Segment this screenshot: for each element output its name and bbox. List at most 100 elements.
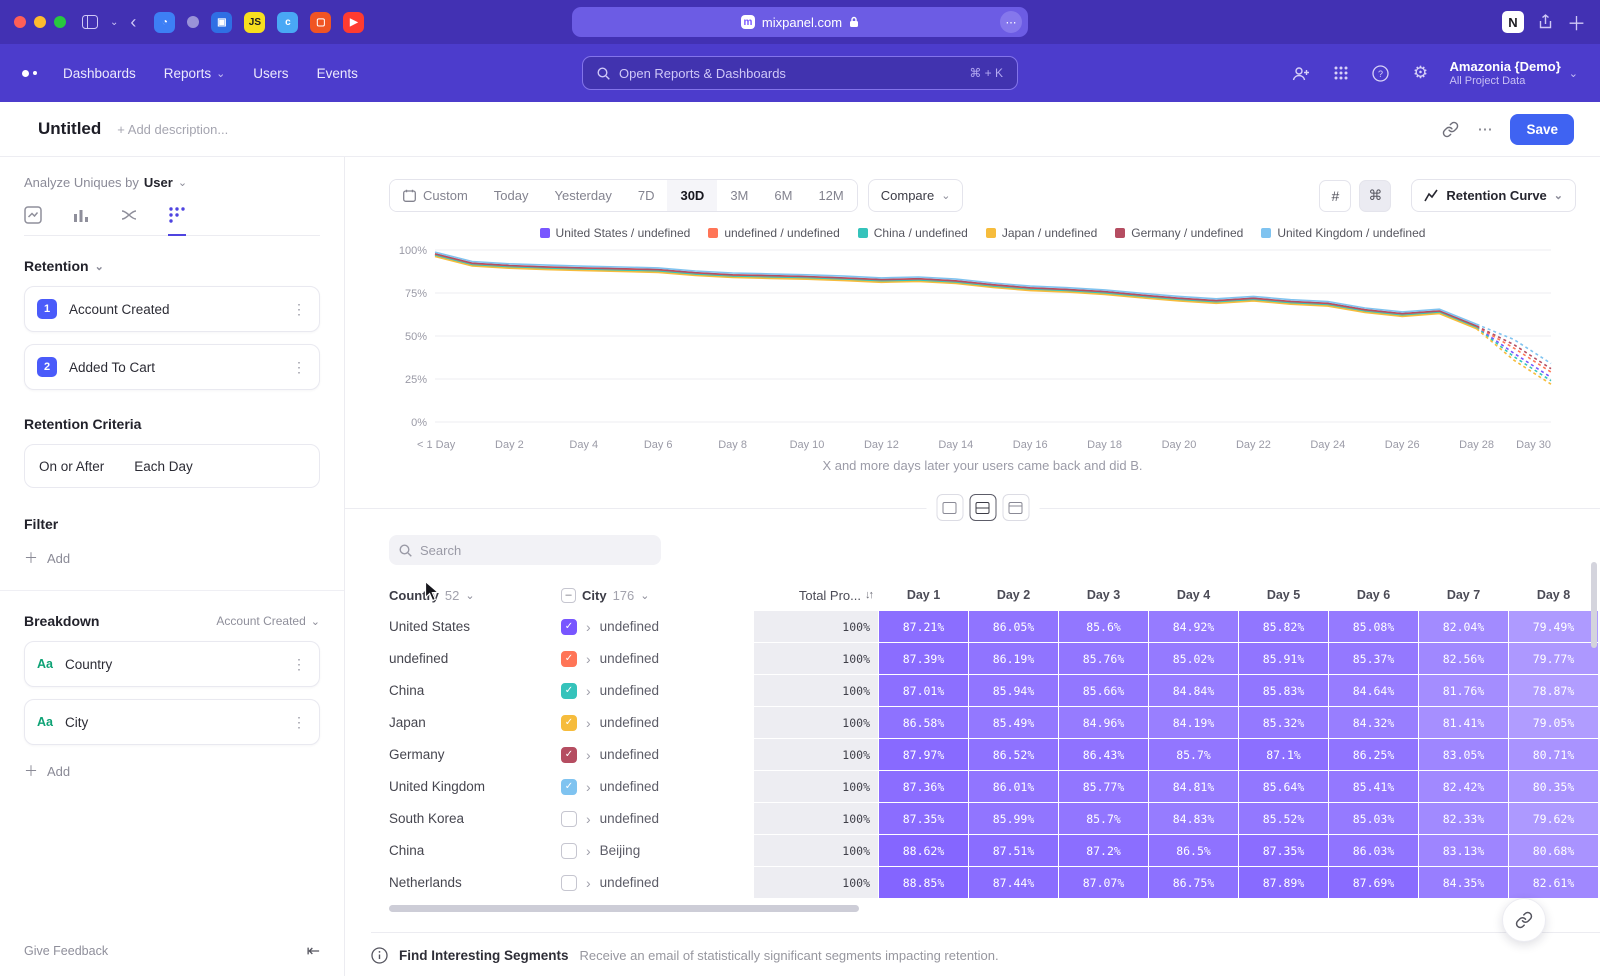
range-7d-button[interactable]: 7D xyxy=(625,180,668,211)
density-compact-button[interactable] xyxy=(936,494,963,521)
country-cell[interactable]: Netherlands xyxy=(389,867,560,898)
retention-value-cell[interactable]: 86.75% xyxy=(1149,867,1238,898)
retention-value-cell[interactable]: 85.02% xyxy=(1149,643,1238,674)
horizontal-scrollbar[interactable] xyxy=(389,905,859,912)
country-cell[interactable]: China xyxy=(389,835,560,866)
retention-value-cell[interactable]: 86.52% xyxy=(969,739,1058,770)
expand-chevron-icon[interactable]: › xyxy=(586,683,591,699)
retention-value-cell[interactable]: 78.87% xyxy=(1509,675,1598,706)
retention-value-cell[interactable]: 82.33% xyxy=(1419,803,1508,834)
total-column-header[interactable]: Total Pro... ↓↑ xyxy=(754,588,878,603)
row-checkbox[interactable]: ✓ xyxy=(561,651,577,667)
retention-value-cell[interactable]: 85.49% xyxy=(969,707,1058,738)
criteria-mode[interactable]: On or After xyxy=(39,459,104,474)
back-icon[interactable]: ‹ xyxy=(130,12,136,33)
breakdown-property-label[interactable]: City xyxy=(65,715,88,730)
retention-value-cell[interactable]: 87.39% xyxy=(879,643,968,674)
retention-criteria-selector[interactable]: On or After Each Day xyxy=(24,444,320,488)
tab-flows[interactable] xyxy=(120,206,138,235)
settings-gear-icon[interactable]: ⚙ xyxy=(1410,62,1432,84)
retention-value-cell[interactable]: 80.71% xyxy=(1509,739,1598,770)
city-cell[interactable]: ✓›undefined xyxy=(561,643,753,674)
retention-value-cell[interactable]: 84.92% xyxy=(1149,611,1238,642)
country-cell[interactable]: South Korea xyxy=(389,803,560,834)
city-cell[interactable]: ✓›undefined xyxy=(561,739,753,770)
sidebar-toggle-icon[interactable] xyxy=(82,15,98,29)
city-cell[interactable]: ›undefined xyxy=(561,803,753,834)
day-column-header[interactable]: Day 2 xyxy=(969,588,1058,602)
range-yesterday-button[interactable]: Yesterday xyxy=(542,180,625,211)
step-menu-icon[interactable]: ⋮ xyxy=(292,359,307,376)
legend-item[interactable]: United States / undefined xyxy=(540,226,691,240)
row-checkbox[interactable] xyxy=(561,843,577,859)
retention-value-cell[interactable]: 87.97% xyxy=(879,739,968,770)
retention-value-cell[interactable]: 82.61% xyxy=(1509,867,1598,898)
legend-item[interactable]: Japan / undefined xyxy=(986,226,1097,240)
retention-value-cell[interactable]: 85.41% xyxy=(1329,771,1418,802)
notion-icon[interactable]: N xyxy=(1502,11,1524,33)
range-30d-button[interactable]: 30D xyxy=(667,180,717,211)
analyze-entity-selector[interactable]: User xyxy=(144,175,173,190)
more-options-icon[interactable]: ⋯ xyxy=(1477,120,1492,138)
city-cell[interactable]: ✓›undefined xyxy=(561,707,753,738)
breakdown-context-selector[interactable]: Account Created ⌄ xyxy=(216,614,320,628)
retention-value-cell[interactable]: 85.99% xyxy=(969,803,1058,834)
legend-item[interactable]: Germany / undefined xyxy=(1115,226,1243,240)
country-cell[interactable]: undefined xyxy=(389,643,560,674)
city-cell[interactable]: ✓›undefined xyxy=(561,771,753,802)
breakdown-menu-icon[interactable]: ⋮ xyxy=(292,656,307,673)
retention-value-cell[interactable]: 87.21% xyxy=(879,611,968,642)
city-cell[interactable]: ›Beijing xyxy=(561,835,753,866)
retention-value-cell[interactable]: 84.35% xyxy=(1419,867,1508,898)
select-all-checkbox[interactable]: – xyxy=(561,588,576,603)
find-segments-link[interactable]: Find Interesting Segments xyxy=(399,948,569,963)
step-event-label[interactable]: Account Created xyxy=(69,302,170,317)
global-search[interactable]: Open Reports & Dashboards ⌘ + K xyxy=(582,56,1018,90)
range-6m-button[interactable]: 6M xyxy=(761,180,805,211)
row-checkbox[interactable]: ✓ xyxy=(561,747,577,763)
tab-funnels[interactable] xyxy=(72,206,90,235)
retention-value-cell[interactable]: 80.68% xyxy=(1509,835,1598,866)
breakdown-menu-icon[interactable]: ⋮ xyxy=(292,714,307,731)
add-breakdown-button[interactable]: ＋ Add xyxy=(24,761,320,781)
new-tab-icon[interactable]: ＋ xyxy=(1567,9,1586,36)
density-expanded-button[interactable] xyxy=(1002,494,1029,521)
save-button[interactable]: Save xyxy=(1510,114,1574,145)
density-medium-button[interactable] xyxy=(969,494,996,521)
legend-item[interactable]: China / undefined xyxy=(858,226,968,240)
retention-value-cell[interactable]: 88.62% xyxy=(879,835,968,866)
events-overlay-button[interactable]: ⌘ xyxy=(1359,180,1391,212)
sort-icon[interactable]: ↓↑ xyxy=(865,589,872,601)
breakdown-card[interactable]: Aa City ⋮ xyxy=(24,699,320,745)
day-column-header[interactable]: Day 6 xyxy=(1329,588,1418,602)
red-app-icon[interactable]: ▶ xyxy=(343,12,364,33)
retention-value-cell[interactable]: 82.04% xyxy=(1419,611,1508,642)
criteria-interval[interactable]: Each Day xyxy=(134,459,193,474)
city-column-header[interactable]: – City 176 ⌄ xyxy=(561,588,753,603)
day-column-header[interactable]: Day 1 xyxy=(879,588,968,602)
share-icon[interactable] xyxy=(1538,14,1553,30)
apps-grid-icon[interactable] xyxy=(1330,62,1352,84)
retention-value-cell[interactable]: 85.37% xyxy=(1329,643,1418,674)
orange-app-icon[interactable]: ▢ xyxy=(310,12,331,33)
breakdown-property-label[interactable]: Country xyxy=(65,657,112,672)
retention-value-cell[interactable]: 87.35% xyxy=(1239,835,1328,866)
url-bar[interactable]: m mixpanel.com ⋯ xyxy=(572,7,1028,37)
retention-value-cell[interactable]: 84.84% xyxy=(1149,675,1238,706)
retention-value-cell[interactable]: 83.13% xyxy=(1419,835,1508,866)
retention-value-cell[interactable]: 86.25% xyxy=(1329,739,1418,770)
expand-chevron-icon[interactable]: › xyxy=(586,811,591,827)
add-filter-button[interactable]: ＋ Add xyxy=(24,548,320,568)
retention-value-cell[interactable]: 86.05% xyxy=(969,611,1058,642)
cube-extension-icon[interactable]: ▣ xyxy=(211,12,232,33)
nav-item-dashboards[interactable]: Dashboards xyxy=(63,66,136,81)
retention-value-cell[interactable]: 79.49% xyxy=(1509,611,1598,642)
expand-chevron-icon[interactable]: › xyxy=(586,843,591,859)
c-extension-icon[interactable]: c xyxy=(277,12,298,33)
project-switcher[interactable]: Amazonia {Demo} All Project Data ⌄ xyxy=(1450,59,1578,87)
city-cell[interactable]: ›undefined xyxy=(561,867,753,898)
expand-chevron-icon[interactable]: › xyxy=(586,715,591,731)
retention-value-cell[interactable]: 86.03% xyxy=(1329,835,1418,866)
annotations-button[interactable]: # xyxy=(1319,180,1351,212)
retention-value-cell[interactable]: 85.52% xyxy=(1239,803,1328,834)
